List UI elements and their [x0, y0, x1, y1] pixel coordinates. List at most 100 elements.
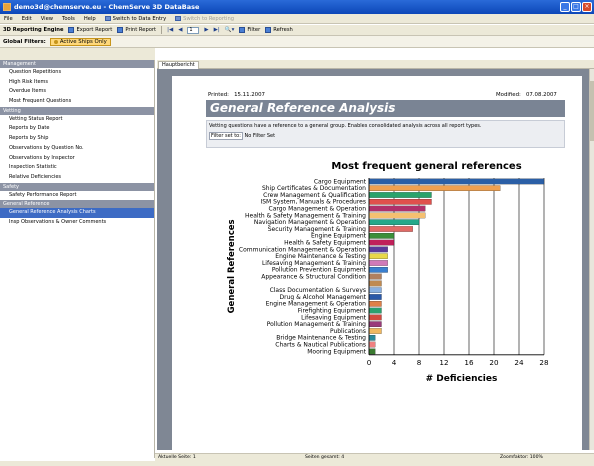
menu-view[interactable]: View — [41, 16, 53, 22]
next-page-icon[interactable]: ▶ — [204, 27, 208, 33]
chart-title: Most frequent general references — [331, 161, 521, 172]
x-tick-label-1: 4 — [392, 358, 397, 367]
data-entry-icon — [104, 16, 111, 21]
app-icon — [3, 3, 11, 11]
bar-21 — [368, 321, 382, 328]
window-controls: _ □ × — [560, 2, 592, 12]
bar-23 — [368, 335, 376, 341]
bar-22 — [368, 328, 382, 334]
vertical-scrollbar[interactable] — [589, 69, 594, 450]
sidebar-item-safety-performance-report[interactable]: Safety Performance Report — [0, 191, 154, 201]
window-title: demo3d@chemserve.eu - ChemServe 3D DataB… — [14, 3, 200, 11]
menu-bar: File Edit View Tools Help Switch to Data… — [0, 14, 594, 24]
scrollbar-thumb[interactable] — [590, 81, 594, 141]
active-ships-filter-chip[interactable]: Active Ships Only — [49, 37, 111, 46]
bar-24 — [368, 341, 376, 348]
page-number-input[interactable]: 1 — [187, 26, 200, 34]
bar-6 — [368, 219, 420, 226]
zoom-icon[interactable]: 🔍▾ — [225, 27, 235, 33]
first-page-icon[interactable]: |◀ — [167, 27, 173, 33]
sidebar-item-relative-deficiencies[interactable]: Relative Deficiencies — [0, 173, 154, 183]
menu-help[interactable]: Help — [84, 16, 96, 22]
sidebar-item-reports-by-ship[interactable]: Reports by Ship — [0, 134, 154, 144]
refresh-icon — [265, 27, 272, 33]
category-label-25: Mooring Equipment — [307, 348, 366, 355]
export-report-label: Export Report — [76, 27, 113, 33]
print-report-button[interactable]: Print Report — [117, 27, 156, 33]
bar-25 — [368, 348, 376, 355]
toolbar: 3D Reporting Engine Export Report Print … — [0, 25, 594, 36]
switch-reporting-label: Switch to Reporting — [183, 15, 235, 22]
last-page-icon[interactable]: ▶| — [214, 27, 220, 33]
sidebar-item-reports-by-date[interactable]: Reports by Date — [0, 124, 154, 134]
refresh-button[interactable]: Refresh — [265, 27, 293, 33]
section-general-reference[interactable]: General Reference — [0, 200, 154, 209]
previous-page-icon[interactable]: ◀ — [178, 27, 182, 33]
x-tick-label-6: 24 — [514, 358, 524, 367]
category-label-14: Appearance & Structural Condition — [261, 274, 366, 281]
status-zoom: Zoomfaktor: 100% — [500, 455, 543, 460]
bar-10 — [368, 246, 388, 253]
tab-hauptbericht[interactable]: Hauptbericht — [158, 61, 199, 69]
report-tabstrip: Hauptbericht — [157, 60, 594, 69]
toolbar-brand: 3D Reporting Engine — [3, 27, 64, 33]
maximize-button[interactable]: □ — [571, 2, 581, 12]
bar-18 — [368, 301, 382, 307]
report-page: Printed: 15.11.2007 Modified: 07.08.2007… — [172, 76, 582, 450]
sidebar-item-insp-observations-owner-comments[interactable]: Insp Observations & Owner Comments — [0, 218, 154, 228]
bar-16 — [368, 287, 382, 294]
report-viewer: Printed: 15.11.2007 Modified: 07.08.2007… — [157, 69, 594, 450]
sidebar-item-observations-by-question[interactable]: Observations by Question No. — [0, 144, 154, 154]
bar-7 — [368, 226, 413, 232]
sidebar: Management Question Repetitions High Ris… — [0, 60, 155, 458]
export-report-button[interactable]: Export Report — [68, 27, 112, 33]
filter-button[interactable]: Filter — [239, 27, 260, 33]
close-button[interactable]: × — [582, 2, 592, 12]
menu-edit[interactable]: Edit — [22, 16, 32, 22]
bar-15 — [368, 280, 382, 287]
x-axis-label: # Deficiencies — [426, 374, 498, 384]
y-axis-label: General References — [227, 219, 237, 313]
minimize-button[interactable]: _ — [560, 2, 570, 12]
sidebar-item-high-risk-items[interactable]: High Risk Items — [0, 78, 154, 88]
global-filters-label: Global Filters: — [3, 38, 46, 45]
bottom-strip — [0, 461, 594, 466]
menu-tools[interactable]: Tools — [62, 16, 75, 22]
section-vetting[interactable]: Vetting — [0, 106, 154, 115]
filter-chip-icon — [53, 39, 58, 44]
sidebar-item-question-repetitions[interactable]: Question Repetitions — [0, 68, 154, 78]
switch-data-entry-button[interactable]: Switch to Data Entry — [104, 15, 167, 22]
export-icon — [68, 27, 75, 33]
sidebar-header-space — [0, 48, 155, 60]
toolbar-separator — [161, 26, 163, 34]
sidebar-item-vetting-status-report[interactable]: Vetting Status Report — [0, 115, 154, 125]
bar-20 — [368, 314, 382, 321]
active-ships-label: Active Ships Only — [59, 38, 107, 45]
sidebar-item-general-reference-analysis-charts[interactable]: General Reference Analysis Charts — [0, 208, 154, 218]
sidebar-item-inspection-statistic[interactable]: Inspection Statistic — [0, 163, 154, 173]
bar-14 — [368, 273, 382, 280]
section-management[interactable]: Management — [0, 60, 154, 68]
sidebar-item-observations-by-inspector[interactable]: Observations by Inspector — [0, 154, 154, 164]
section-safety[interactable]: Safety — [0, 182, 154, 191]
bar-11 — [368, 253, 388, 260]
bar-19 — [368, 307, 382, 314]
x-tick-label-5: 20 — [489, 358, 499, 367]
global-filters-bar: Global Filters: Active Ships Only — [0, 36, 594, 48]
sidebar-item-overdue-items[interactable]: Overdue Items — [0, 87, 154, 97]
bar-1 — [368, 185, 501, 192]
bar-5 — [368, 212, 426, 219]
status-current-page: Aktuelle Seite: 1 — [158, 455, 196, 460]
sidebar-item-most-frequent-questions[interactable]: Most Frequent Questions — [0, 97, 154, 107]
window-titlebar: demo3d@chemserve.eu - ChemServe 3D DataB… — [0, 0, 594, 14]
menu-file[interactable]: File — [4, 16, 13, 22]
bar-12 — [368, 260, 388, 266]
bar-13 — [368, 267, 388, 273]
bar-4 — [368, 205, 426, 212]
bar-3 — [368, 198, 432, 205]
switch-data-entry-label: Switch to Data Entry — [112, 15, 167, 22]
bar-0 — [368, 178, 545, 185]
switch-reporting-button[interactable]: Switch to Reporting — [175, 16, 234, 22]
x-tick-label-4: 16 — [464, 358, 474, 367]
status-bar: Aktuelle Seite: 1 Seiten gesamt: 4 Zoomf… — [155, 453, 594, 461]
